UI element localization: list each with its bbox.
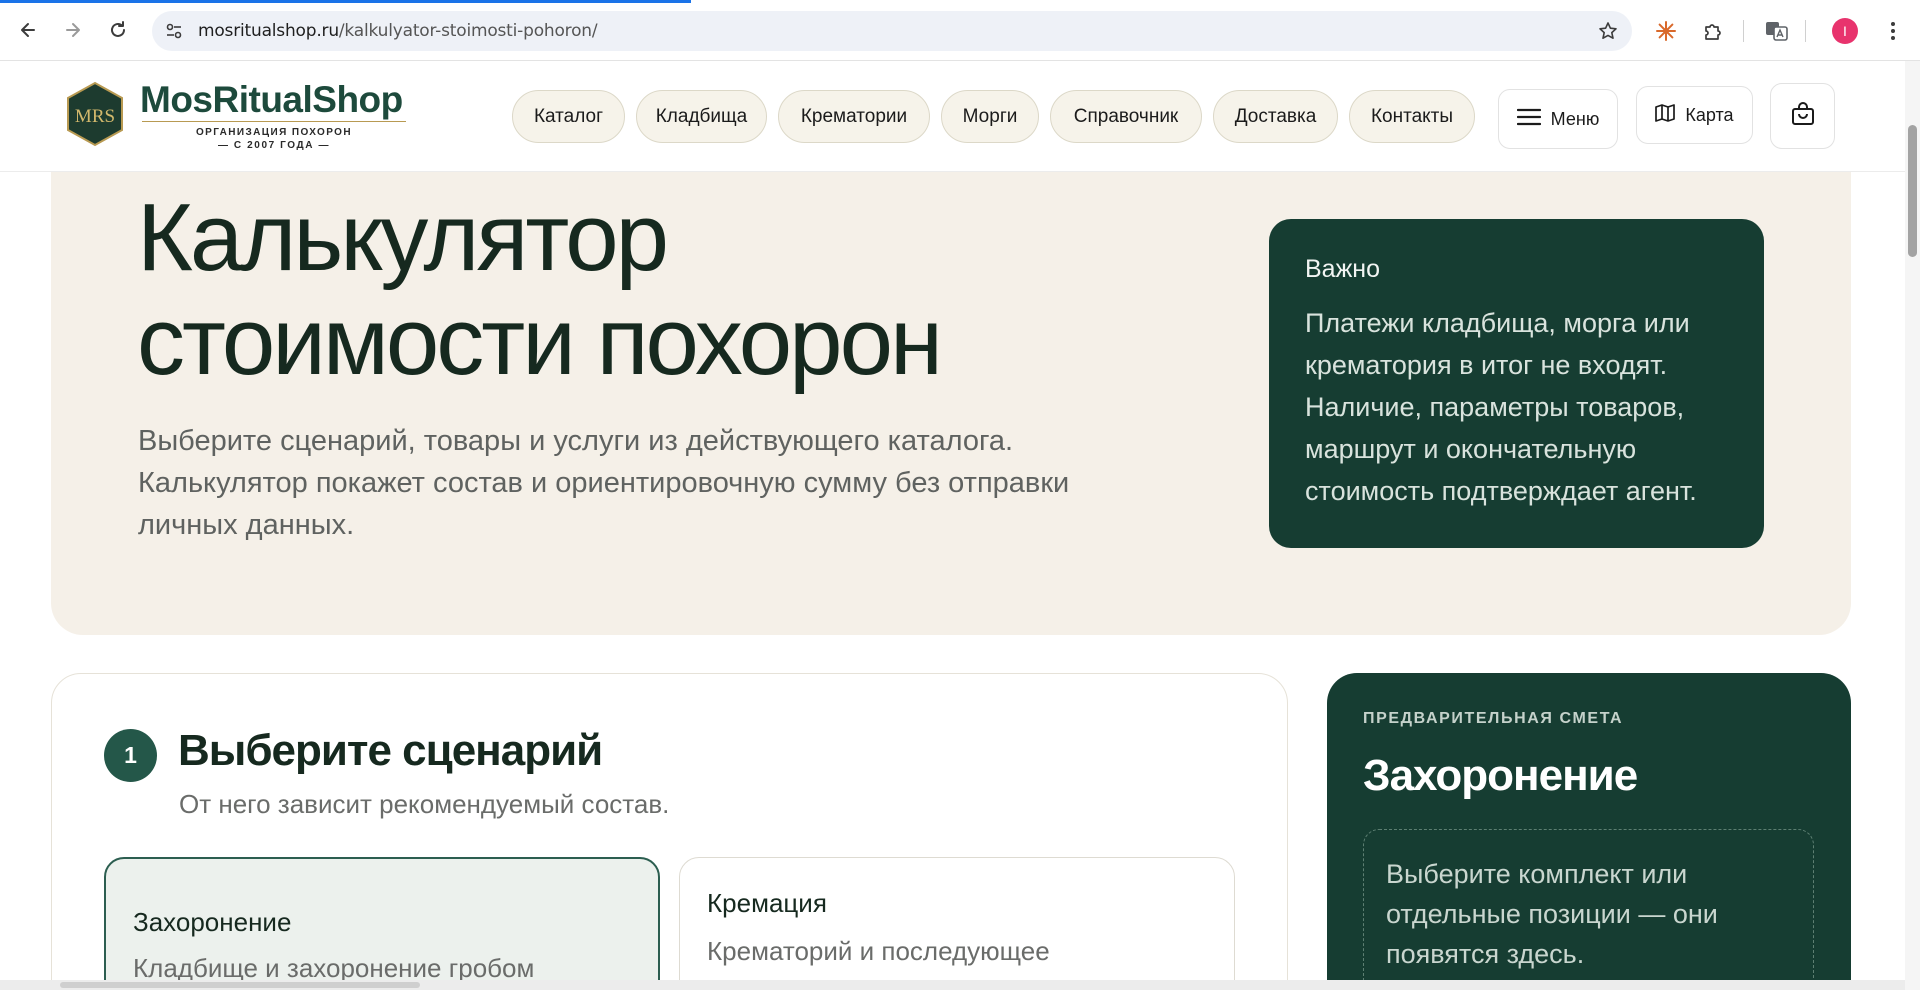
step-subtitle: От него зависит рекомендуемый состав. bbox=[179, 789, 670, 819]
translate-icon[interactable] bbox=[1762, 16, 1792, 46]
nav-contacts[interactable]: Контакты bbox=[1349, 90, 1475, 143]
extensions-puzzle-icon[interactable] bbox=[1698, 16, 1728, 46]
page-load-progress bbox=[0, 0, 692, 3]
estimate-title: Захоронение bbox=[1363, 751, 1638, 800]
logo-underline bbox=[142, 121, 406, 122]
step-number-badge: 1 bbox=[104, 729, 157, 782]
nav-catalog[interactable]: Каталог bbox=[512, 90, 625, 143]
hero-section: Калькулятор стоимости похорон Выберите с… bbox=[51, 172, 1851, 635]
scrollbar-thumb[interactable] bbox=[1908, 125, 1917, 257]
scenario-option-burial[interactable]: Захоронение Кладбище и захоронение гробо… bbox=[104, 857, 660, 990]
logo-emblem[interactable]: MRS bbox=[66, 81, 124, 147]
url-path: /kalkulyator-stoimosti-pohoron/ bbox=[338, 21, 598, 41]
url-host: mosritualshop.ru bbox=[198, 21, 339, 41]
empty-state-line: отдельные позиции — они bbox=[1386, 899, 1718, 929]
description-line: Калькулятор покажет состав и ориентирово… bbox=[138, 467, 1070, 499]
kebab-menu-icon[interactable] bbox=[1878, 16, 1908, 46]
site-settings-icon[interactable] bbox=[162, 19, 186, 43]
page-title-line: Калькулятор bbox=[137, 184, 669, 291]
preliminary-estimate-card: ПРЕДВАРИТЕЛЬНАЯ СМЕТА Захоронение Выбери… bbox=[1327, 673, 1851, 990]
nav-morgues[interactable]: Морги bbox=[941, 90, 1039, 143]
horizontal-scrollbar-thumb[interactable] bbox=[60, 982, 420, 988]
nav-crematoria[interactable]: Крематории bbox=[778, 90, 930, 143]
option-title: Захоронение bbox=[133, 907, 292, 937]
note-line: крематория в итог не входят. bbox=[1305, 350, 1668, 380]
forward-arrow-icon[interactable] bbox=[55, 12, 91, 48]
note-line: стоимость подтверждает агент. bbox=[1305, 476, 1697, 506]
url-text[interactable]: mosritualshop.ru/kalkulyator-stoimosti-p… bbox=[198, 21, 598, 41]
horizontal-scrollbar[interactable] bbox=[0, 980, 1905, 990]
extension-sunburst-icon[interactable] bbox=[1651, 16, 1681, 46]
map-icon bbox=[1655, 103, 1676, 128]
nav-reference[interactable]: Справочник bbox=[1050, 90, 1202, 143]
hamburger-icon bbox=[1516, 108, 1541, 131]
note-line: Наличие, параметры товаров, bbox=[1305, 392, 1685, 422]
nav-cemeteries[interactable]: Кладбища bbox=[636, 90, 767, 143]
map-button[interactable]: Карта bbox=[1636, 86, 1753, 144]
note-line: Платежи кладбища, морга или bbox=[1305, 308, 1690, 338]
option-title: Кремация bbox=[707, 888, 827, 918]
browser-toolbar: mosritualshop.ru/kalkulyator-stoimosti-p… bbox=[0, 0, 1920, 61]
shopping-bag-icon bbox=[1790, 101, 1816, 132]
scenario-step-card: 1 Выберите сценарий От него зависит реко… bbox=[51, 673, 1288, 990]
toolbar-divider bbox=[1743, 20, 1744, 42]
note-title: Важно bbox=[1305, 255, 1381, 283]
description-line: личных данных. bbox=[138, 509, 355, 541]
empty-state-line: появятся здесь. bbox=[1386, 939, 1585, 969]
menu-button[interactable]: Меню bbox=[1498, 89, 1618, 149]
back-arrow-icon[interactable] bbox=[10, 12, 46, 48]
reload-icon[interactable] bbox=[100, 12, 136, 48]
site-header: MRS MosRitualShop ОРГАНИЗАЦИЯ ПОХОРОН — … bbox=[0, 61, 1905, 172]
address-bar[interactable]: mosritualshop.ru/kalkulyator-stoimosti-p… bbox=[152, 11, 1632, 51]
vertical-scrollbar[interactable] bbox=[1905, 61, 1920, 990]
logo-name[interactable]: MosRitualShop bbox=[140, 79, 403, 121]
page-title: Калькулятор стоимости похорон bbox=[137, 184, 943, 395]
nav-delivery[interactable]: Доставка bbox=[1213, 90, 1338, 143]
page-description: Выберите сценарий, товары и услуги из де… bbox=[138, 420, 1098, 546]
note-line: маршрут и окончательную bbox=[1305, 434, 1637, 464]
empty-state-line: Выберите комплект или bbox=[1386, 859, 1688, 889]
menu-label: Меню bbox=[1550, 108, 1600, 129]
profile-avatar[interactable]: I bbox=[1832, 18, 1858, 44]
bookmark-star-icon[interactable] bbox=[1596, 19, 1620, 43]
scenario-option-cremation[interactable]: Кремация Крематорий и последующее bbox=[679, 857, 1235, 990]
description-line: Выберите сценарий, товары и услуги из де… bbox=[138, 425, 1014, 457]
logo-since: — С 2007 ГОДА — bbox=[217, 140, 331, 151]
option-description: Крематорий и последующее bbox=[707, 936, 1050, 966]
page-title-line: стоимости похорон bbox=[137, 288, 943, 395]
cart-button[interactable] bbox=[1770, 83, 1835, 149]
logo-tagline: ОРГАНИЗАЦИЯ ПОХОРОН bbox=[196, 127, 352, 138]
toolbar-divider bbox=[1805, 20, 1806, 42]
note-text: Платежи кладбища, морга или крематория в… bbox=[1305, 302, 1728, 512]
logo-initials: MRS bbox=[75, 106, 115, 127]
map-label: Карта bbox=[1685, 104, 1734, 125]
step-title: Выберите сценарий bbox=[178, 726, 603, 775]
important-note-card: Важно Платежи кладбища, морга или кремат… bbox=[1269, 219, 1764, 548]
estimate-empty-state: Выберите комплект или отдельные позиции … bbox=[1363, 829, 1814, 990]
estimate-label: ПРЕДВАРИТЕЛЬНАЯ СМЕТА bbox=[1363, 710, 1624, 727]
